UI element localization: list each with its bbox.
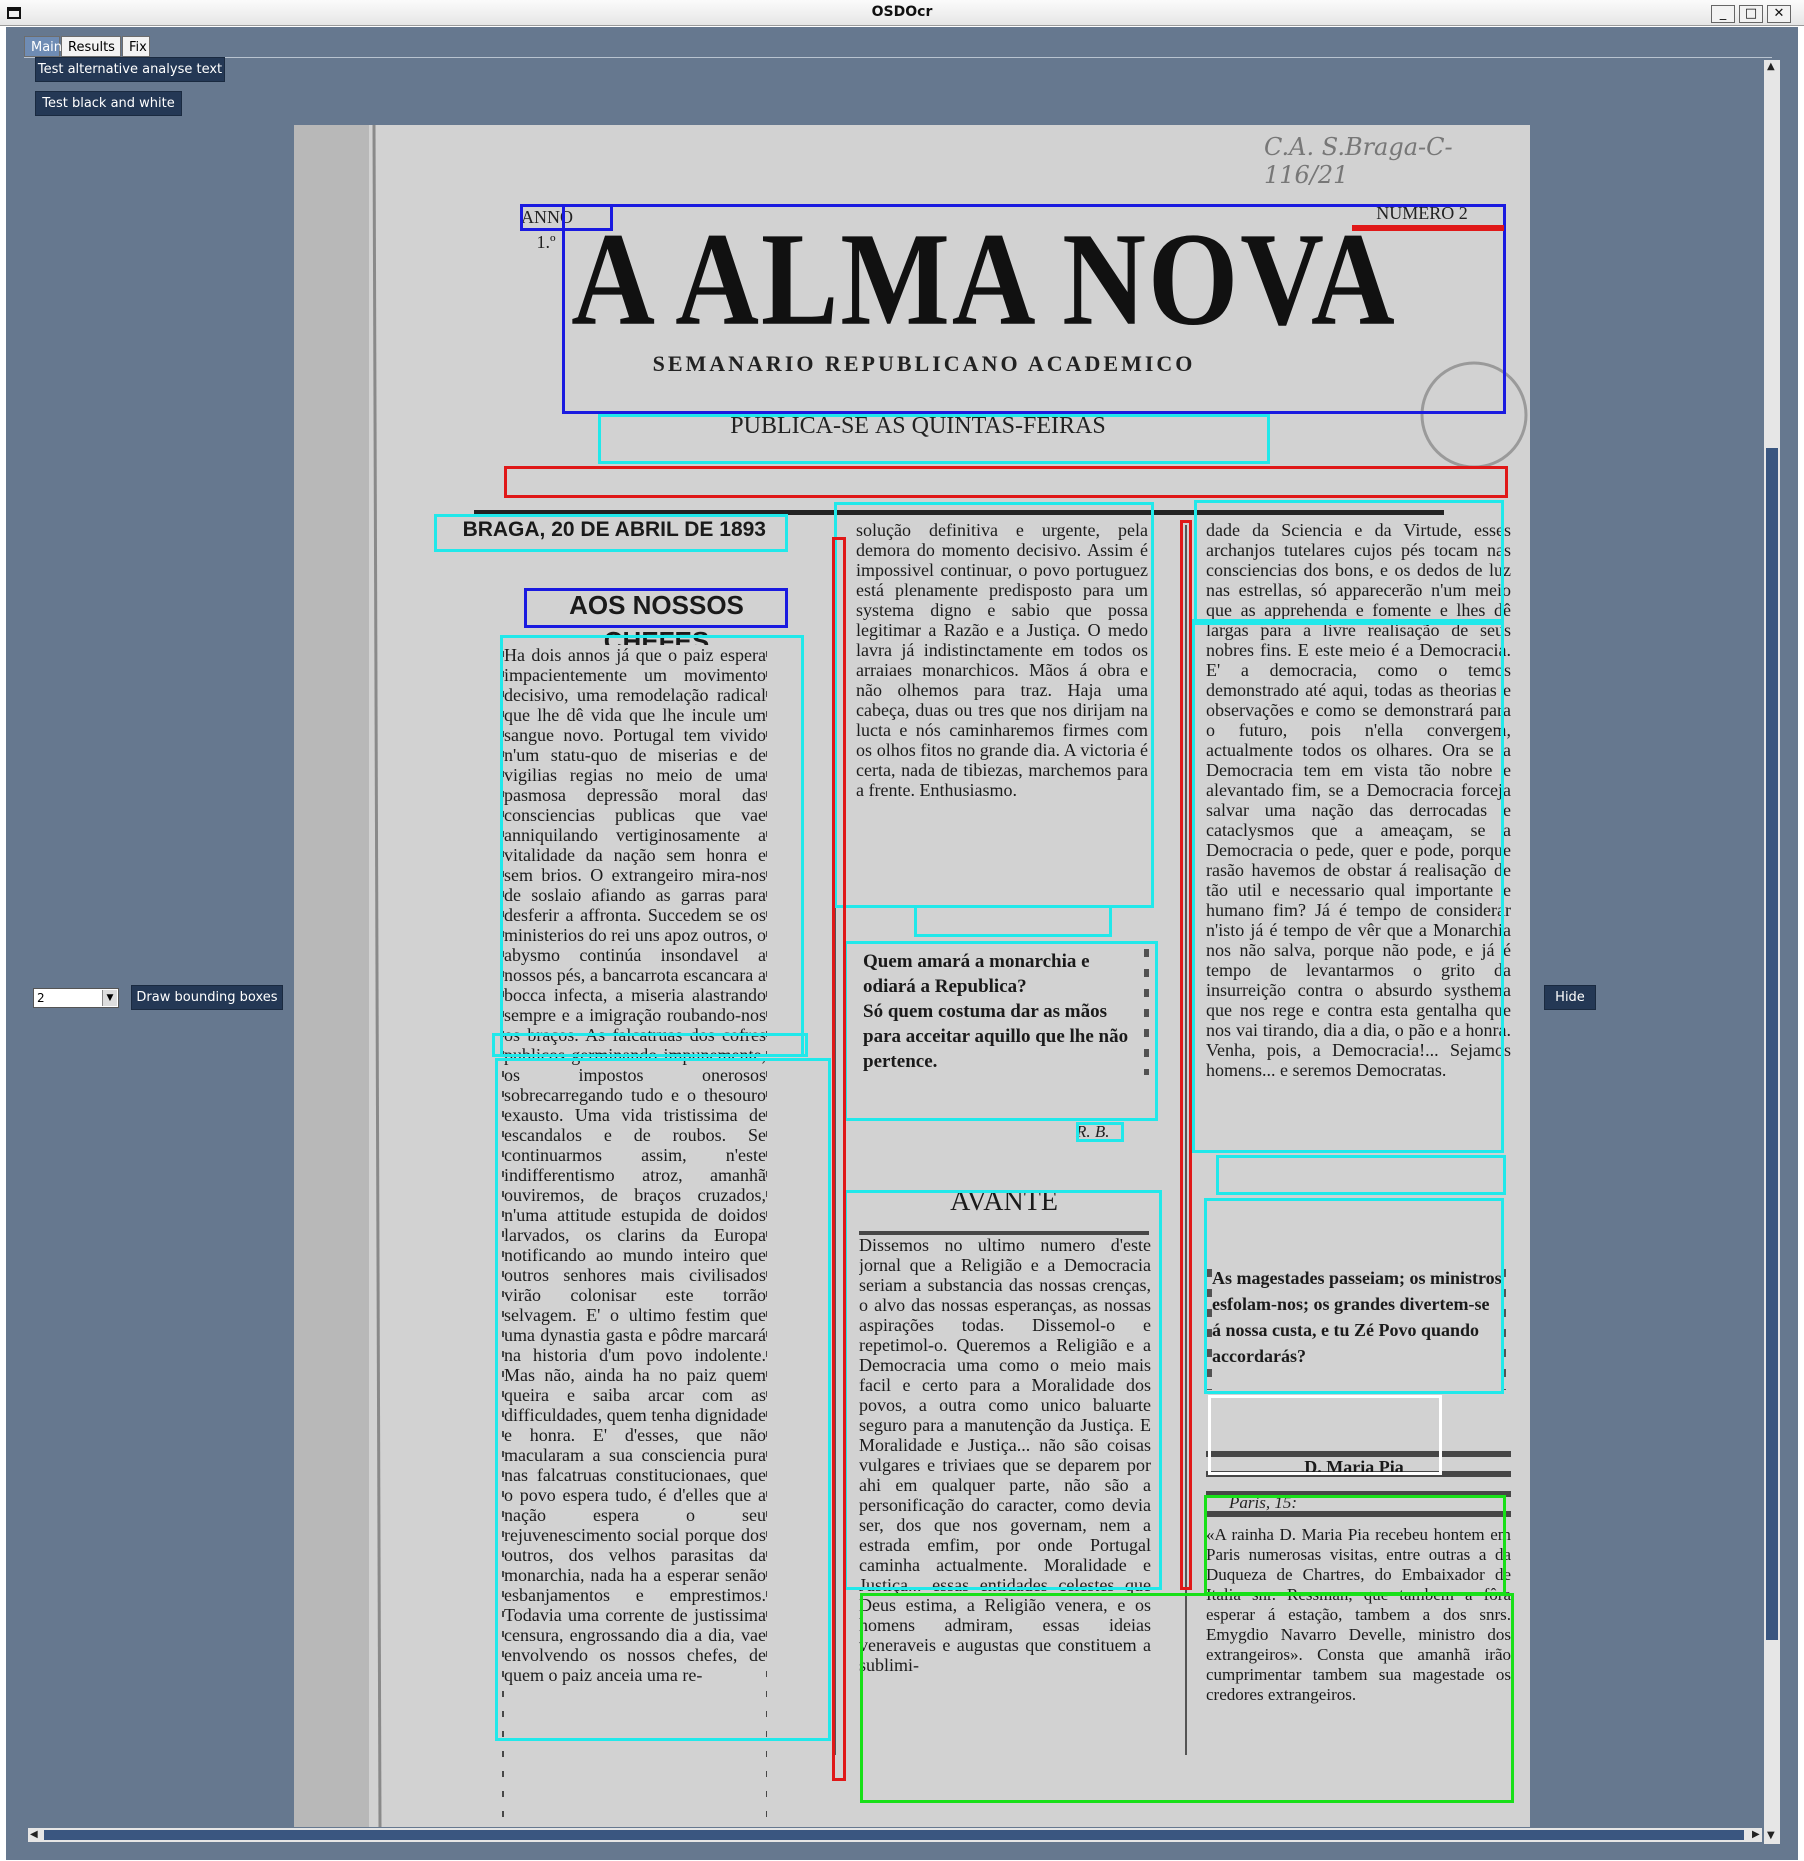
bbox-green	[1204, 1495, 1506, 1595]
bbox-cyan	[492, 1033, 808, 1057]
bbox-white	[1208, 1395, 1442, 1475]
horizontal-scrollbar-thumb[interactable]	[44, 1830, 1744, 1840]
chevron-down-icon[interactable]: ▼	[102, 990, 117, 1006]
box-level-select[interactable]: 2 ▼	[33, 988, 119, 1008]
bbox-red	[832, 537, 846, 1781]
close-button[interactable]: ✕	[1767, 5, 1791, 23]
maximize-button[interactable]: □	[1739, 5, 1763, 23]
bbox-cyan	[914, 905, 1112, 937]
tab-main[interactable]: Main	[24, 36, 62, 57]
bbox-cyan	[844, 941, 1158, 1121]
tab-fix[interactable]: Fix	[122, 36, 150, 57]
bbox-cyan	[1204, 1198, 1504, 1394]
bbox-cyan	[1192, 619, 1504, 1153]
draw-bounding-boxes-button[interactable]: Draw bounding boxes	[131, 985, 283, 1010]
title-bar: OSDOcr _ □ ✕	[0, 0, 1804, 26]
bbox-cyan	[495, 1058, 831, 1741]
bbox-cyan	[434, 514, 788, 552]
hide-button[interactable]: Hide	[1544, 985, 1596, 1010]
bbox-cyan	[1194, 500, 1504, 625]
handwritten-note: C.A. S.Braga-C-116/21	[1264, 133, 1453, 189]
bbox-cyan	[1216, 1155, 1506, 1195]
minimize-button[interactable]: _	[1711, 5, 1735, 23]
bbox-cyan	[844, 1190, 1162, 1590]
bbox-green	[860, 1593, 1514, 1803]
bbox-cyan	[834, 502, 1154, 908]
bbox-blue	[524, 588, 788, 628]
window-title: OSDOcr	[871, 4, 933, 20]
scroll-right-icon[interactable]: ▶	[1752, 1829, 1760, 1841]
test-alternative-analyse-button[interactable]: Test alternative analyse text	[35, 57, 225, 82]
tab-results[interactable]: Results	[61, 36, 121, 57]
tab-divider	[24, 57, 1772, 58]
scroll-up-icon[interactable]: ▲	[1767, 61, 1775, 73]
scroll-down-icon[interactable]: ▼	[1767, 1830, 1775, 1842]
test-black-white-button[interactable]: Test black and white	[35, 91, 182, 116]
newspaper-image: ANNO 1.º NUMERO 2 C.A. S.Braga-C-116/21 …	[294, 125, 1530, 1827]
bbox-red	[1352, 225, 1504, 231]
scroll-left-icon[interactable]: ◀	[30, 1829, 38, 1841]
bbox-red	[1180, 520, 1192, 1590]
bbox-red	[504, 466, 1508, 498]
bbox-cyan	[1076, 1122, 1124, 1142]
box-level-value: 2	[37, 991, 45, 1005]
vertical-scrollbar-thumb[interactable]	[1766, 448, 1778, 1640]
bbox-blue	[562, 204, 1506, 414]
bbox-cyan	[500, 635, 804, 1057]
bbox-cyan	[598, 414, 1270, 464]
